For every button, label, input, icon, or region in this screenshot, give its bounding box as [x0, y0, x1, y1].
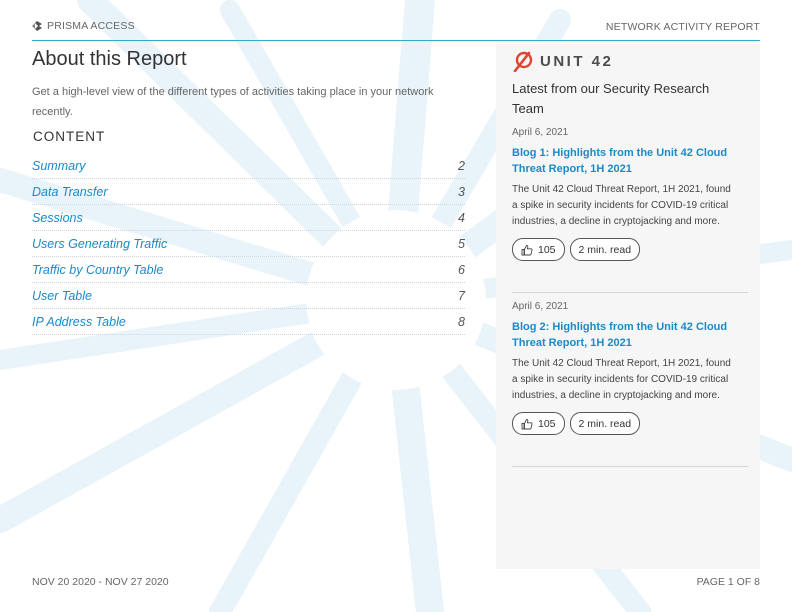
thumbs-up-icon	[521, 418, 533, 429]
research-panel: UNIT 42 Latest from our Security Researc…	[496, 41, 760, 569]
unit42-logo-icon	[513, 51, 533, 72]
content-heading: CONTENT	[33, 129, 106, 144]
post-meta: 105 2 min. read	[512, 238, 748, 261]
post-date: April 6, 2021	[512, 301, 569, 312]
toc-link-sessions[interactable]: Sessions	[32, 211, 83, 225]
blog-post-card: April 6, 2021 Blog 1: Highlights from th…	[512, 127, 748, 261]
toc-link-traffic-by-country[interactable]: Traffic by Country Table	[32, 263, 163, 277]
unit42-logo: UNIT 42	[512, 50, 613, 72]
report-date-range: NOV 20 2020 - NOV 27 2020	[32, 576, 169, 588]
likes-count: 105	[538, 243, 556, 256]
toc-row-users-generating-traffic: Users Generating Traffic 5	[32, 232, 465, 257]
likes-chip[interactable]: 105	[512, 238, 565, 261]
post-excerpt: The Unit 42 Cloud Threat Report, 1H 2021…	[512, 184, 731, 227]
unit42-logo-text: UNIT 42	[540, 52, 614, 70]
toc-page-number: 4	[458, 211, 465, 225]
toc-page-number: 3	[458, 185, 465, 199]
page-title: About this Report	[32, 48, 187, 70]
report-description: Get a high-level view of the different t…	[32, 86, 434, 118]
toc-page-number: 6	[458, 263, 465, 277]
prisma-logo-icon	[32, 21, 42, 31]
report-page: PRISMA ACCESS NETWORK ACTIVITY REPORT Ab…	[0, 0, 792, 612]
toc-page-number: 8	[458, 315, 465, 329]
read-time: 2 min. read	[578, 243, 632, 256]
post-meta: 105 2 min. read	[512, 412, 748, 435]
toc-link-user-table[interactable]: User Table	[32, 289, 92, 303]
page-indicator: PAGE 1 OF 8	[696, 576, 760, 588]
toc-link-users-generating-traffic[interactable]: Users Generating Traffic	[32, 237, 167, 251]
toc-page-number: 5	[458, 237, 465, 251]
likes-count: 105	[538, 417, 556, 430]
report-type-label: NETWORK ACTIVITY REPORT	[605, 21, 760, 33]
toc-row-data-transfer: Data Transfer 3	[32, 180, 465, 205]
post-title-link[interactable]: Blog 1: Highlights from the Unit 42 Clou…	[512, 145, 748, 177]
toc-link-data-transfer[interactable]: Data Transfer	[32, 185, 108, 199]
post-divider	[512, 466, 748, 467]
page-header: PRISMA ACCESS NETWORK ACTIVITY REPORT	[32, 20, 760, 41]
read-time-chip: 2 min. read	[569, 412, 641, 435]
toc-row-summary: Summary 2	[32, 154, 465, 179]
thumbs-up-icon	[521, 244, 533, 255]
table-of-contents: Summary 2 Data Transfer 3 Sessions 4 Use…	[32, 154, 465, 336]
toc-row-sessions: Sessions 4	[32, 206, 465, 231]
brand-name: PRISMA ACCESS	[47, 20, 135, 32]
read-time: 2 min. read	[578, 417, 632, 430]
toc-page-number: 7	[458, 289, 465, 303]
post-title-link[interactable]: Blog 2: Highlights from the Unit 42 Clou…	[512, 319, 748, 351]
panel-heading: Latest from our Security Research Team	[512, 81, 710, 116]
post-date: April 6, 2021	[512, 127, 569, 138]
likes-chip[interactable]: 105	[512, 412, 565, 435]
post-excerpt: The Unit 42 Cloud Threat Report, 1H 2021…	[512, 358, 731, 401]
toc-row-user-table: User Table 7	[32, 284, 465, 309]
toc-link-ip-address-table[interactable]: IP Address Table	[32, 315, 126, 329]
toc-row-traffic-by-country: Traffic by Country Table 6	[32, 258, 465, 283]
read-time-chip: 2 min. read	[569, 238, 641, 261]
brand: PRISMA ACCESS	[32, 20, 135, 32]
toc-row-ip-address-table: IP Address Table 8	[32, 310, 465, 335]
toc-link-summary[interactable]: Summary	[32, 159, 85, 173]
toc-page-number: 2	[458, 159, 465, 173]
post-divider	[512, 292, 748, 293]
blog-post-card: April 6, 2021 Blog 2: Highlights from th…	[512, 301, 748, 435]
